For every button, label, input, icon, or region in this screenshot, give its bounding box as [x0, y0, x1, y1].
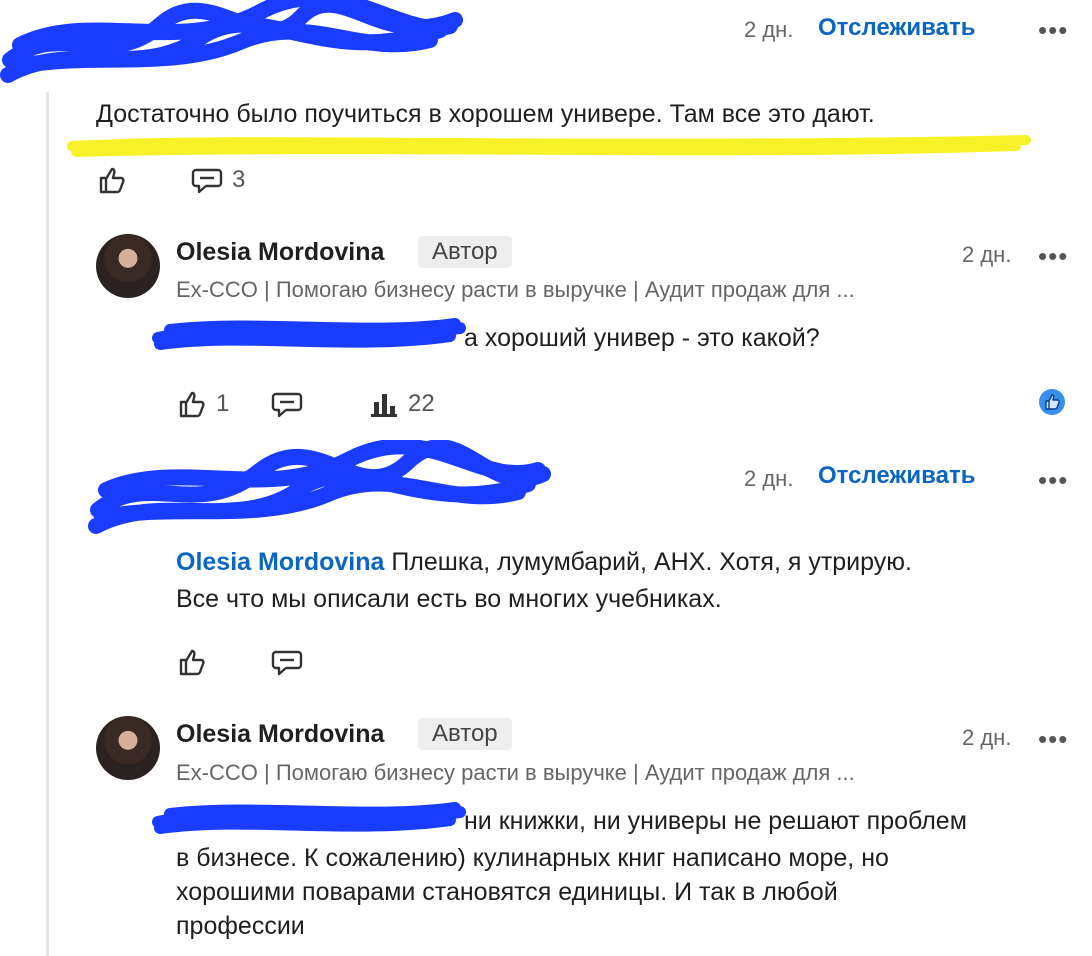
comment-icon: [270, 646, 304, 678]
text-highlight: [67, 135, 1031, 157]
analytics-button[interactable]: 22: [368, 388, 435, 420]
author-badge: Автор: [418, 718, 512, 750]
impressions-count: 22: [408, 390, 435, 417]
analytics-icon: [368, 388, 400, 420]
comment-time: 2 дн.: [744, 466, 794, 491]
like-count: 1: [216, 390, 230, 417]
reply-button[interactable]: [270, 646, 304, 678]
redacted-mention-scribble: [152, 802, 466, 834]
like-button[interactable]: 1: [176, 388, 229, 420]
comment-time: 2 дн.: [962, 725, 1012, 750]
like-icon: [96, 164, 128, 196]
reply-count: 3: [232, 166, 246, 193]
comment-time: 2 дн.: [744, 17, 794, 42]
author-name[interactable]: Olesia Mordovina: [176, 238, 384, 267]
comment-icon: [270, 388, 304, 420]
follow-button[interactable]: Отслеживать: [818, 14, 975, 42]
avatar[interactable]: [96, 234, 160, 298]
comment-text: а хороший универ - это какой?: [464, 324, 820, 352]
like-icon: [176, 646, 208, 678]
reply-button[interactable]: 3: [190, 164, 245, 196]
more-icon[interactable]: •••: [1038, 17, 1068, 43]
comments-thread: 2 дн. Отслеживать ••• Достаточно было по…: [0, 0, 1092, 956]
comment-time: 2 дн.: [962, 242, 1012, 267]
author-headline: Ex-CCO | Помогаю бизнесу расти в выручке…: [176, 277, 855, 302]
redacted-author-scribble: [0, 0, 463, 83]
author-badge: Автор: [418, 236, 512, 268]
comment-text: профессии: [176, 912, 305, 940]
author-headline: Ex-CCO | Помогаю бизнесу расти в выручке…: [176, 760, 855, 785]
comment-text: Все что мы описали есть во многих учебни…: [176, 585, 722, 613]
author-name[interactable]: Olesia Mordovina: [176, 720, 384, 749]
like-button[interactable]: [176, 646, 208, 678]
follow-button[interactable]: Отслеживать: [818, 462, 975, 490]
like-button[interactable]: [96, 164, 128, 196]
like-reaction-icon: [1038, 388, 1066, 421]
reply-button[interactable]: [270, 388, 304, 420]
comment-icon: [190, 164, 224, 196]
comment-text: ни книжки, ни универы не решают проблем: [464, 807, 967, 835]
more-icon[interactable]: •••: [1038, 726, 1068, 752]
comment-text: хорошими поварами становятся единицы. И …: [176, 878, 838, 906]
mention-link[interactable]: Olesia Mordovina: [176, 548, 384, 576]
avatar[interactable]: [96, 716, 160, 780]
like-icon: [176, 388, 208, 420]
comment-text: Плешка, лумумбарий, АНХ. Хотя, я утрирую…: [384, 548, 912, 576]
comment-text: Достаточно было поучиться в хорошем унив…: [96, 100, 875, 128]
comment-text: в бизнесе. К сожалению) кулинарных книг …: [176, 844, 889, 872]
redacted-mention-scribble: [152, 318, 466, 350]
comment-text-line: Olesia Mordovina Плешка, лумумбарий, АНХ…: [176, 544, 912, 581]
more-icon[interactable]: •••: [1038, 243, 1068, 269]
redacted-author-scribble: [88, 440, 551, 534]
more-icon[interactable]: •••: [1038, 467, 1068, 493]
thread-line: [46, 92, 49, 956]
